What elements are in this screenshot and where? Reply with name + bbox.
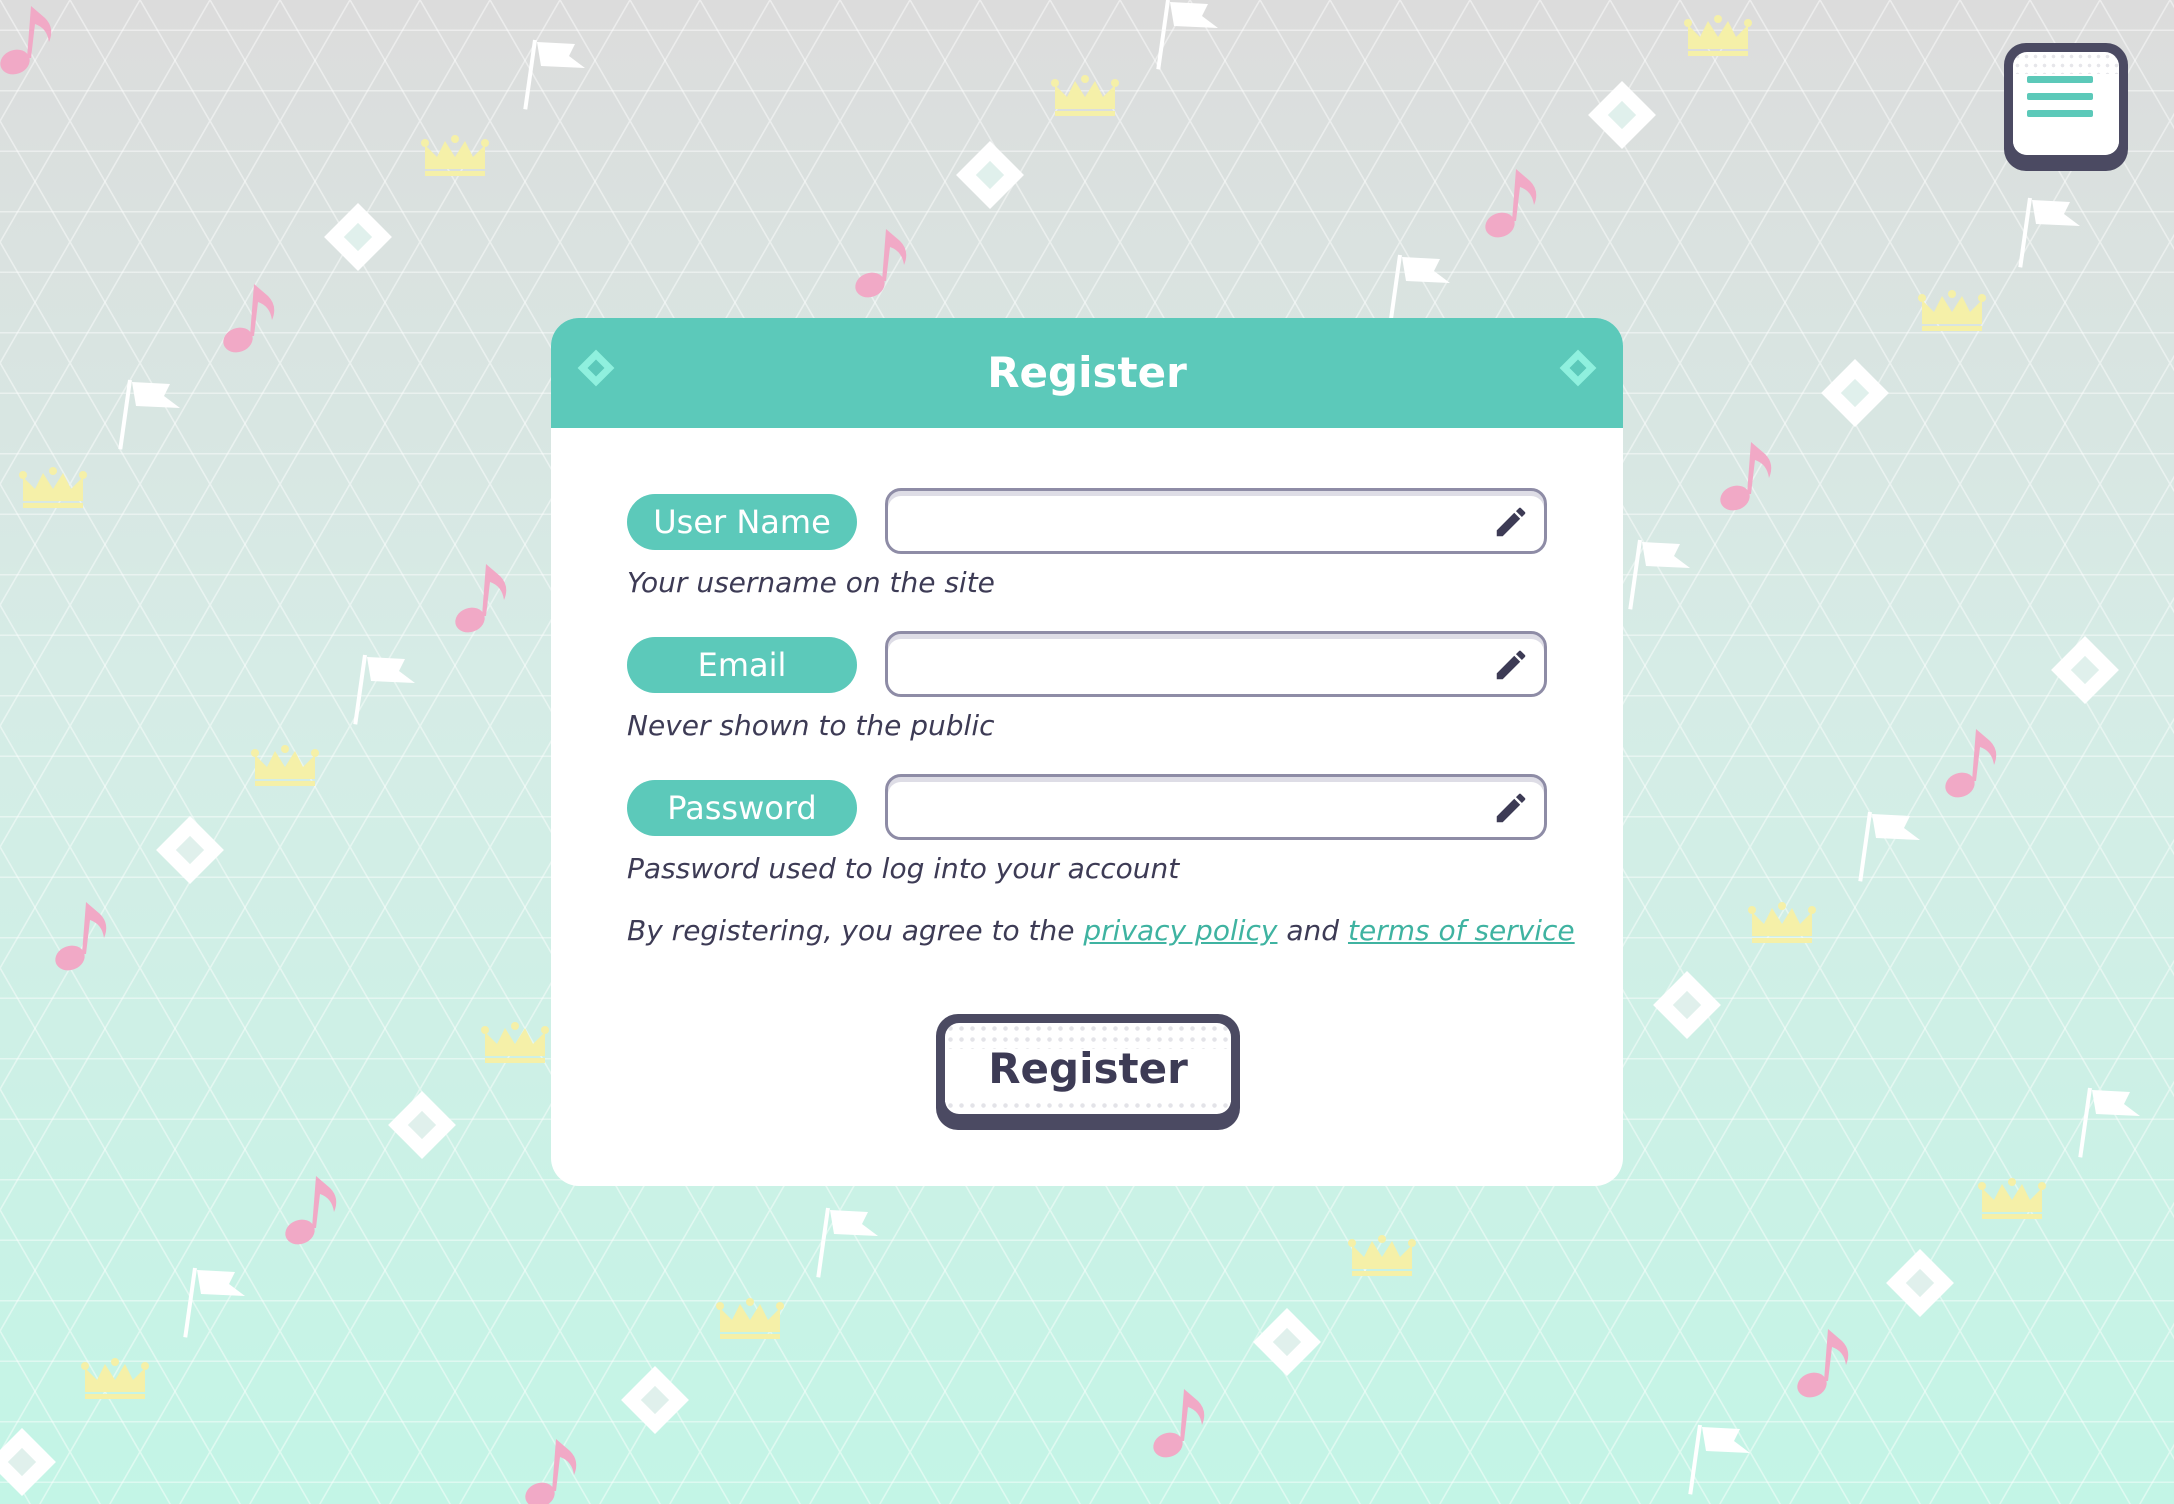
username-row: User Name [627,488,1547,554]
username-label: User Name [627,494,857,550]
password-input[interactable] [902,785,1476,833]
pencil-icon[interactable] [1492,503,1530,541]
pencil-icon[interactable] [1492,789,1530,827]
hamburger-menu-icon [2027,76,2093,127]
email-row: Email [627,631,1547,697]
username-field[interactable] [885,488,1547,554]
register-button[interactable]: Register [936,1014,1240,1130]
agreement-conjunction: and [1286,914,1340,947]
email-label: Email [627,637,857,693]
card-header: Register [551,318,1623,428]
username-input[interactable] [902,499,1476,547]
password-hint: Password used to log into your account [627,852,1180,885]
agreement-text: By registering, you agree to the privacy… [627,914,1575,947]
pencil-icon[interactable] [1492,646,1530,684]
username-hint: Your username on the site [627,566,995,599]
email-hint: Never shown to the public [627,709,995,742]
email-field[interactable] [885,631,1547,697]
register-card: Register User Name Your username on the … [551,318,1623,1186]
password-row: Password [627,774,1547,840]
menu-button[interactable] [2004,43,2128,171]
password-field[interactable] [885,774,1547,840]
password-label: Password [627,780,857,836]
card-title: Register [987,348,1187,397]
email-input[interactable] [902,642,1476,690]
privacy-policy-link[interactable]: privacy policy [1083,914,1277,947]
register-button-label: Register [988,1044,1188,1093]
agreement-prefix: By registering, you agree to the [627,914,1075,947]
terms-of-service-link[interactable]: terms of service [1348,914,1575,947]
